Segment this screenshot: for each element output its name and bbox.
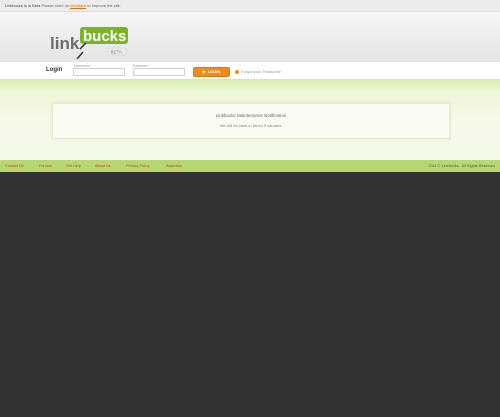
footer: Contact Us Forums Get Help About Us Priv… [0,160,500,172]
logo-beta-tag: BETA [111,50,122,55]
empty-background [0,172,500,417]
footer-link-forums[interactable]: Forums [39,160,52,172]
username-input[interactable] [73,68,125,76]
login-button-label: LOGIN [207,69,221,74]
header: link bucks BETA [0,12,500,62]
copyright: 2011 © Linkbucks - All Rights Reserved [428,164,495,168]
footer-link-advertise[interactable]: Advertise [166,160,182,172]
footer-link-about[interactable]: About Us [95,160,111,172]
forgot-password-link[interactable]: Forgot your Password? [235,69,282,74]
arrow-right-icon: ▶ [202,69,206,74]
password-input[interactable] [133,68,185,76]
feedback-link[interactable]: feedback [70,3,86,8]
maintenance-notice: Linkbucks Maintenance Notification We wi… [52,103,450,139]
logo-word-bucks: bucks [83,28,126,45]
logo-word-link: link [50,34,80,53]
forgot-password-label: Forgot your Password? [241,69,283,74]
beta-text-after: to improve the site. [87,3,122,8]
login-title: Login [46,67,63,73]
top-notice-bar: Linkbucks is in Beta Please send us feed… [0,0,500,12]
footer-link-contact[interactable]: Contact Us [5,160,24,172]
footer-link-help[interactable]: Get Help [66,160,81,172]
footer-link-privacy[interactable]: Privacy Policy [126,160,150,172]
main-content: Linkbucks Maintenance Notification We wi… [0,80,500,160]
notice-title: Linkbucks Maintenance Notification [215,113,287,118]
linkbucks-logo[interactable]: link bucks BETA [50,17,130,59]
beta-text-before: Please send us [41,3,70,8]
beta-label: Linkbucks is in Beta [5,3,41,8]
login-button[interactable]: ▶ LOGIN [193,67,230,77]
notice-text: We will be back in about 5 minutes. [219,123,283,128]
help-icon [235,69,239,74]
login-bar: Login Username Password ▶ LOGIN Forgot yo… [0,62,500,80]
